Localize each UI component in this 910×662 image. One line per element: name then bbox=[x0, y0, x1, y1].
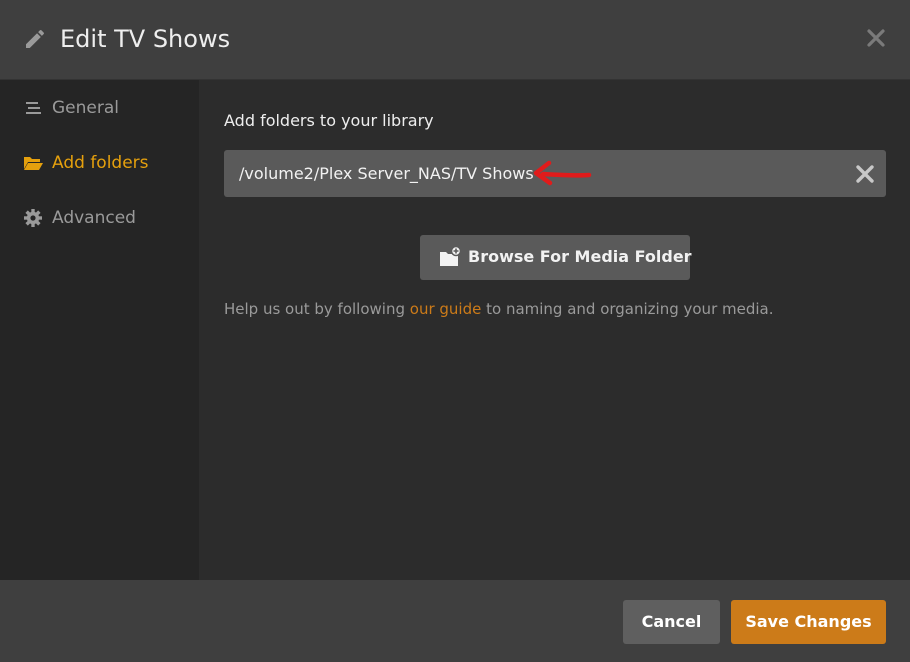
add-folder-icon bbox=[440, 246, 461, 266]
browse-button-label: Browse For Media Folder bbox=[468, 247, 692, 266]
cancel-button[interactable]: Cancel bbox=[623, 600, 720, 644]
dialog-footer: Cancel Save Changes bbox=[0, 580, 910, 662]
help-text-after: to naming and organizing your media. bbox=[481, 300, 774, 318]
sidebar-item-advanced[interactable]: Advanced bbox=[0, 198, 199, 238]
folder-entry[interactable]: /volume2/Plex Server_NAS/TV Shows bbox=[224, 150, 886, 197]
dialog-header: Edit TV Shows bbox=[0, 0, 910, 80]
close-icon[interactable] bbox=[862, 24, 890, 52]
sidebar: General Add folders Advanced bbox=[0, 80, 199, 580]
remove-folder-close-icon[interactable] bbox=[853, 162, 877, 186]
sidebar-item-general[interactable]: General bbox=[0, 88, 199, 128]
save-changes-button[interactable]: Save Changes bbox=[731, 600, 886, 644]
red-arrow-annotation-icon bbox=[533, 160, 592, 186]
folder-open-icon bbox=[24, 157, 43, 170]
main-panel: Add folders to your library /volume2/Ple… bbox=[199, 80, 910, 580]
help-text: Help us out by following our guide to na… bbox=[224, 298, 774, 320]
gear-icon bbox=[24, 209, 42, 227]
list-lines-icon bbox=[26, 102, 41, 114]
browse-media-folder-button[interactable]: Browse For Media Folder bbox=[420, 235, 692, 280]
sidebar-item-add-folders[interactable]: Add folders bbox=[0, 143, 199, 183]
help-text-before: Help us out by following bbox=[224, 300, 410, 318]
sidebar-item-label: Advanced bbox=[52, 208, 136, 228]
section-title: Add folders to your library bbox=[224, 111, 434, 130]
edit-library-dialog: Edit TV Shows General Add folders Advanc… bbox=[0, 0, 910, 662]
folder-path: /volume2/Plex Server_NAS/TV Shows bbox=[239, 164, 534, 183]
sidebar-item-label: General bbox=[52, 98, 119, 118]
pencil-icon bbox=[26, 29, 45, 48]
sidebar-item-label: Add folders bbox=[52, 153, 149, 173]
dialog-title: Edit TV Shows bbox=[60, 25, 231, 53]
guide-link[interactable]: our guide bbox=[410, 300, 482, 318]
